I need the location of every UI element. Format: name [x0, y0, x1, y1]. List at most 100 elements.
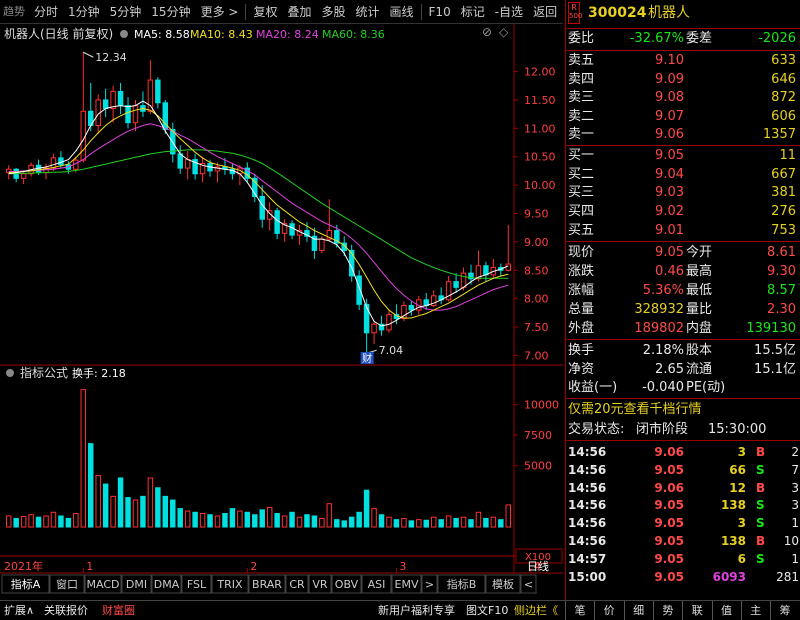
- f10-button[interactable]: 图文F10: [466, 601, 508, 620]
- related-quotes-button[interactable]: 关联报价: [44, 601, 88, 620]
- volume-bar[interactable]: [490, 516, 497, 528]
- candle-body[interactable]: [147, 79, 154, 112]
- volume-bar[interactable]: [274, 513, 280, 528]
- candle-body[interactable]: [125, 105, 131, 124]
- candle-body[interactable]: [371, 323, 377, 334]
- toolbar-more-button[interactable]: 更多 >: [196, 0, 244, 24]
- side-tab[interactable]: 价: [594, 601, 623, 620]
- volume-bar[interactable]: [281, 515, 288, 528]
- volume-bar[interactable]: [110, 495, 116, 528]
- candle-body[interactable]: [453, 281, 459, 288]
- candle-body[interactable]: [20, 173, 27, 179]
- candle-body[interactable]: [289, 223, 295, 236]
- volume-bar[interactable]: [184, 510, 191, 528]
- volume-bar[interactable]: [207, 514, 213, 528]
- ask-row[interactable]: 卖四 9.09 646: [566, 71, 800, 89]
- volume-bar[interactable]: [5, 515, 12, 528]
- volume-bar[interactable]: [192, 511, 198, 528]
- volume-bar[interactable]: [423, 519, 429, 528]
- new-user-promo-button[interactable]: 新用户福利专享: [378, 601, 455, 620]
- candle-body[interactable]: [483, 265, 489, 276]
- bid-row[interactable]: 买三 9.03 381: [566, 184, 800, 202]
- volume-bar[interactable]: [140, 495, 146, 528]
- volume-bar[interactable]: [80, 389, 87, 528]
- volume-bar[interactable]: [50, 511, 57, 528]
- candle-body[interactable]: [259, 195, 265, 220]
- tick-row[interactable]: 14:57 9.05 6 S 1: [566, 550, 800, 568]
- volume-bar[interactable]: [348, 516, 355, 528]
- chart-area[interactable]: 机器人(日线 前复权) MA5: 8.58 MA10: 8.43 MA20: 8.24…: [0, 24, 800, 596]
- side-tab[interactable]: 势: [652, 601, 682, 620]
- volume-bar[interactable]: [102, 483, 109, 528]
- volume-bar[interactable]: [117, 477, 124, 528]
- volume-bar[interactable]: [222, 513, 228, 528]
- ask-row[interactable]: 卖五 9.10 633: [566, 52, 800, 70]
- toolbar-mark-button[interactable]: 标记: [456, 0, 490, 24]
- sidebar-toggle-button[interactable]: 侧边栏《: [514, 601, 558, 620]
- bid-row[interactable]: 买二 9.04 667: [566, 166, 800, 184]
- wealth-circle-button[interactable]: 财富圈: [102, 601, 135, 620]
- volume-bar[interactable]: [266, 506, 273, 528]
- toolbar-5min-button[interactable]: 5分钟: [105, 0, 147, 24]
- bid-row[interactable]: 买四 9.02 276: [566, 203, 800, 221]
- volume-bar[interactable]: [43, 515, 49, 528]
- volume-bar[interactable]: [73, 513, 79, 528]
- volume-bar[interactable]: [341, 520, 347, 528]
- candle-body[interactable]: [102, 99, 109, 109]
- volume-bar[interactable]: [20, 516, 27, 528]
- volume-bar[interactable]: [214, 515, 221, 528]
- volume-bar[interactable]: [296, 516, 303, 528]
- promo-row[interactable]: 仅需20元查看千档行情: [566, 401, 800, 419]
- tick-row[interactable]: 14:56 9.06 3 B 2: [566, 443, 800, 461]
- volume-bar[interactable]: [498, 519, 504, 528]
- volume-bar[interactable]: [334, 519, 340, 528]
- volume-bar[interactable]: [88, 443, 94, 528]
- tick-row[interactable]: 14:56 9.06 12 B 3: [566, 479, 800, 497]
- ask-row[interactable]: 卖二 9.07 606: [566, 108, 800, 126]
- volume-bar[interactable]: [416, 519, 422, 528]
- volume-bar[interactable]: [289, 511, 295, 528]
- toolbar-15min-button[interactable]: 15分钟: [146, 0, 195, 24]
- toolbar-back-button[interactable]: 返回: [528, 0, 562, 24]
- volume-bar[interactable]: [475, 511, 482, 528]
- candle-body[interactable]: [132, 105, 139, 124]
- volume-bar[interactable]: [162, 495, 169, 528]
- volume-bar[interactable]: [393, 519, 400, 528]
- volume-bar[interactable]: [155, 487, 161, 528]
- candle-body[interactable]: [274, 210, 280, 234]
- tick-row[interactable]: 14:56 9.05 66 S 7: [566, 461, 800, 479]
- toolbar-draw-line-button[interactable]: 画线: [385, 0, 419, 24]
- toolbar-1min-button[interactable]: 1分钟: [63, 0, 105, 24]
- volume-bar[interactable]: [13, 517, 19, 528]
- toolbar-watchlist-button[interactable]: -自选: [490, 0, 528, 24]
- volume-bar[interactable]: [356, 511, 362, 528]
- volume-bar[interactable]: [147, 477, 154, 528]
- tick-row[interactable]: 15:00 9.05 6093 281: [566, 568, 800, 586]
- toolbar-f10-button[interactable]: F10: [424, 0, 456, 24]
- volume-bar[interactable]: [483, 517, 489, 528]
- volume-bar[interactable]: [408, 520, 415, 528]
- side-tab[interactable]: 值: [711, 601, 741, 620]
- candle-body[interactable]: [110, 90, 116, 109]
- volume-bar[interactable]: [304, 514, 310, 528]
- toolbar-multi-stock-button[interactable]: 多股: [316, 0, 350, 24]
- volume-bar[interactable]: [95, 475, 101, 528]
- volume-bar[interactable]: [252, 514, 258, 528]
- toolbar-adjust-button[interactable]: 复权: [248, 0, 282, 24]
- volume-bar[interactable]: [170, 499, 176, 528]
- candle-body[interactable]: [117, 90, 124, 107]
- volume-bar[interactable]: [65, 517, 72, 528]
- candle-body[interactable]: [319, 238, 325, 251]
- indicator-dropdown-icon[interactable]: [6, 369, 14, 377]
- volume-bar[interactable]: [430, 516, 437, 528]
- volume-bar[interactable]: [199, 513, 206, 528]
- bid-row[interactable]: 买五 9.01 753: [566, 222, 800, 240]
- toolbar-statistics-button[interactable]: 统计: [351, 0, 385, 24]
- side-tab[interactable]: 笔: [565, 601, 594, 620]
- volume-bar[interactable]: [58, 515, 64, 528]
- volume-bar[interactable]: [35, 516, 42, 528]
- volume-bar[interactable]: [311, 515, 318, 528]
- volume-bar[interactable]: [259, 509, 265, 528]
- volume-bar[interactable]: [319, 517, 325, 528]
- candle-body[interactable]: [177, 153, 183, 169]
